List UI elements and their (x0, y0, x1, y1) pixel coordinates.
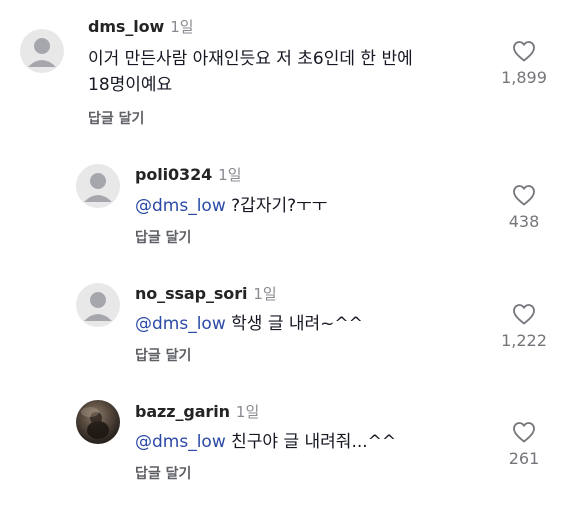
mention-link[interactable]: @dms_low (135, 196, 226, 216)
timestamp: 1일 (218, 166, 242, 184)
comment-text: @dms_low 친구야 글 내려줘...^^ (135, 429, 396, 455)
like-count: 261 (508, 449, 540, 468)
like-button[interactable]: 438 (494, 184, 554, 231)
comment-text-line: 이거 만든사람 아재인듯요 저 초6인데 한 반에 (88, 49, 413, 69)
mention-link[interactable]: @dms_low (135, 432, 226, 452)
reply-button[interactable]: 답글 달기 (135, 345, 191, 365)
heart-icon (513, 304, 535, 325)
username[interactable]: bazz_garin (135, 402, 230, 421)
timestamp: 1일 (170, 18, 194, 36)
like-count: 1,899 (501, 68, 547, 87)
heart-icon (513, 41, 535, 62)
reply-button[interactable]: 답글 달기 (135, 463, 191, 483)
comment-header: no_ssap_sori 1일 (135, 283, 277, 304)
heart-icon (513, 422, 535, 443)
comment-header: poli0324 1일 (135, 164, 242, 185)
user-avatar[interactable] (76, 164, 120, 208)
comment-body: 친구야 글 내려줘...^^ (225, 432, 397, 452)
comment-body: 학생 글 내려~^^ (225, 314, 363, 334)
comment-header: bazz_garin 1일 (135, 401, 259, 422)
reply-button[interactable]: 답글 달기 (88, 108, 144, 128)
like-button[interactable]: 1,222 (494, 303, 554, 350)
user-avatar[interactable] (76, 283, 120, 327)
timestamp: 1일 (235, 403, 260, 421)
timestamp: 1일 (253, 285, 277, 303)
like-count: 1,222 (501, 331, 547, 350)
reply-button[interactable]: 답글 달기 (135, 227, 191, 247)
comment-text-line: 18명이예요 (88, 75, 173, 95)
user-avatar[interactable] (76, 400, 120, 444)
like-count: 438 (508, 212, 540, 231)
heart-icon (513, 185, 535, 206)
default-avatar-icon (28, 38, 56, 67)
username[interactable]: no_ssap_sori (135, 284, 247, 303)
username[interactable]: poli0324 (135, 165, 212, 184)
user-avatar[interactable] (20, 29, 64, 73)
username[interactable]: dms_low (88, 17, 164, 36)
comment-text: @dms_low ?갑자기?ㅜㅜ (135, 193, 327, 219)
default-avatar-icon (84, 173, 112, 202)
photo-avatar (81, 407, 109, 439)
like-button[interactable]: 261 (494, 421, 554, 468)
comment-text: 이거 만든사람 아재인듯요 저 초6인데 한 반에 18명이예요 (88, 46, 413, 98)
like-button[interactable]: 1,899 (494, 40, 554, 87)
mention-link[interactable]: @dms_low (135, 314, 226, 334)
comment-text: @dms_low 학생 글 내려~^^ (135, 311, 363, 337)
comment-body: ?갑자기?ㅜㅜ (225, 196, 328, 216)
comment-header: dms_low 1일 (88, 16, 194, 37)
default-avatar-icon (84, 292, 112, 321)
